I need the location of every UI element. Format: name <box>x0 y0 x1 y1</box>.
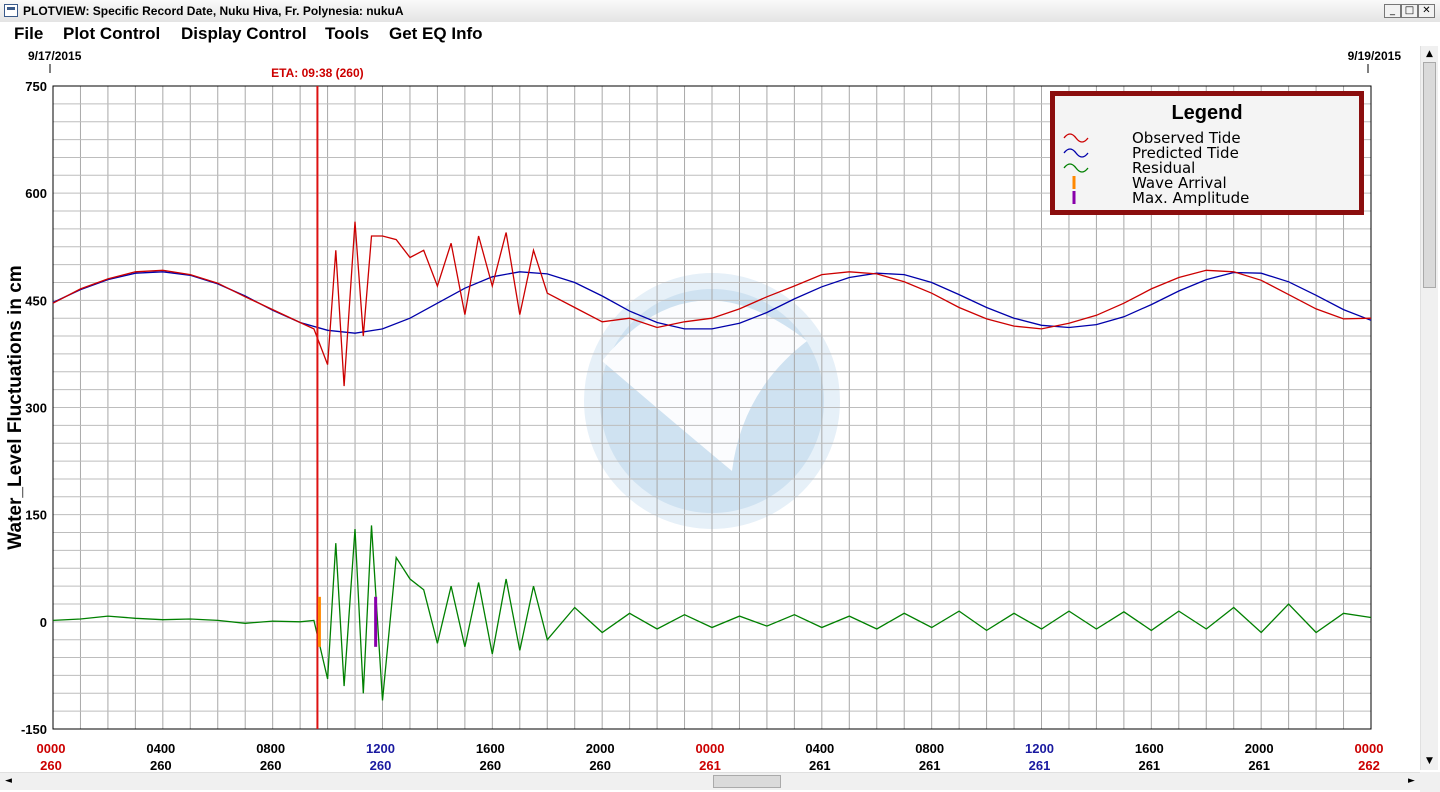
scrollbar-corner <box>1420 772 1440 792</box>
y-tick-label: 750 <box>25 79 47 94</box>
window-title: PLOTVIEW: Specific Record Date, Nuku Hiv… <box>23 4 404 18</box>
x-tick-day-label: 261 <box>1138 758 1160 772</box>
y-tick-label: -150 <box>21 722 47 737</box>
x-tick-time-label: 0400 <box>146 741 175 756</box>
menu-get-eq-info[interactable]: Get EQ Info <box>389 24 483 44</box>
scroll-left-arrow-icon[interactable]: ◄ <box>0 773 17 790</box>
tide-gauge-plot: 9/17/2015 9/19/2015 ETA: 09:38 (260) 750… <box>5 49 1402 772</box>
x-tick-time-label: 0400 <box>805 741 834 756</box>
maximize-button[interactable]: □ <box>1401 4 1418 18</box>
vertical-scrollbar[interactable]: ▲ ▼ <box>1420 46 1438 770</box>
app-icon[interactable] <box>4 4 18 17</box>
x-tick-day-label: 261 <box>809 758 831 772</box>
x-tick-time-label: 1200 <box>1025 741 1054 756</box>
x-tick-day-label: 261 <box>1029 758 1051 772</box>
x-axis-ticks: 0000 260 0400 260 0800 260 1200 260 1600 260 2000 2… <box>37 741 1384 772</box>
x-tick-day-label: 260 <box>40 758 62 772</box>
x-tick-time-label: 1200 <box>366 741 395 756</box>
x-tick-day-label: 260 <box>150 758 172 772</box>
x-tick-time-label: 0800 <box>256 741 285 756</box>
eta-label: ETA: 09:38 (260) <box>271 66 363 80</box>
minimize-button[interactable]: _ <box>1384 4 1401 18</box>
legend-title: Legend <box>1171 102 1242 124</box>
x-tick-day-label: 260 <box>260 758 282 772</box>
x-tick-day-label: 261 <box>699 758 721 772</box>
close-button[interactable]: ✕ <box>1418 4 1435 18</box>
x-tick-day-label: 260 <box>479 758 501 772</box>
legend-entry-label: Max. Amplitude <box>1132 189 1249 207</box>
legend: LegendObserved TidePredicted TideResidua… <box>1050 91 1364 215</box>
scroll-right-arrow-icon[interactable]: ► <box>1403 773 1420 790</box>
vertical-scroll-thumb[interactable] <box>1423 62 1436 288</box>
x-tick-time-label: 0800 <box>915 741 944 756</box>
x-tick-time-label: 0000 <box>696 741 725 756</box>
y-tick-label: 300 <box>25 401 47 416</box>
y-tick-label: 450 <box>25 293 47 308</box>
scroll-up-arrow-icon[interactable]: ▲ <box>1421 46 1438 63</box>
scroll-down-arrow-icon[interactable]: ▼ <box>1421 753 1438 770</box>
x-tick-time-label: 0000 <box>37 741 66 756</box>
horizontal-scrollbar[interactable]: ◄ ► <box>0 772 1420 790</box>
date-start-label: 9/17/2015 <box>28 49 82 63</box>
x-tick-time-label: 1600 <box>1135 741 1164 756</box>
menu-bar: File Plot Control Display Control Tools … <box>0 22 1440 46</box>
x-tick-day-label: 260 <box>370 758 392 772</box>
x-tick-day-label: 262 <box>1358 758 1380 772</box>
horizontal-scroll-thumb[interactable] <box>713 775 781 788</box>
x-tick-time-label: 2000 <box>1245 741 1274 756</box>
y-tick-label: 0 <box>40 615 47 630</box>
y-tick-label: 600 <box>25 186 47 201</box>
x-tick-day-label: 260 <box>589 758 611 772</box>
x-tick-day-label: 261 <box>1248 758 1270 772</box>
menu-file[interactable]: File <box>14 24 43 44</box>
y-axis-label: Water_Level Fluctuations in cm <box>5 265 26 549</box>
menu-tools[interactable]: Tools <box>325 24 369 44</box>
date-end-label: 9/19/2015 <box>1348 49 1402 63</box>
x-tick-time-label: 0000 <box>1355 741 1384 756</box>
y-tick-label: 150 <box>25 508 47 523</box>
x-tick-day-label: 261 <box>919 758 941 772</box>
x-tick-time-label: 2000 <box>586 741 615 756</box>
menu-display-control[interactable]: Display Control <box>181 24 307 44</box>
x-tick-time-label: 1600 <box>476 741 505 756</box>
menu-plot-control[interactable]: Plot Control <box>63 24 160 44</box>
title-bar: PLOTVIEW: Specific Record Date, Nuku Hiv… <box>0 0 1440 23</box>
